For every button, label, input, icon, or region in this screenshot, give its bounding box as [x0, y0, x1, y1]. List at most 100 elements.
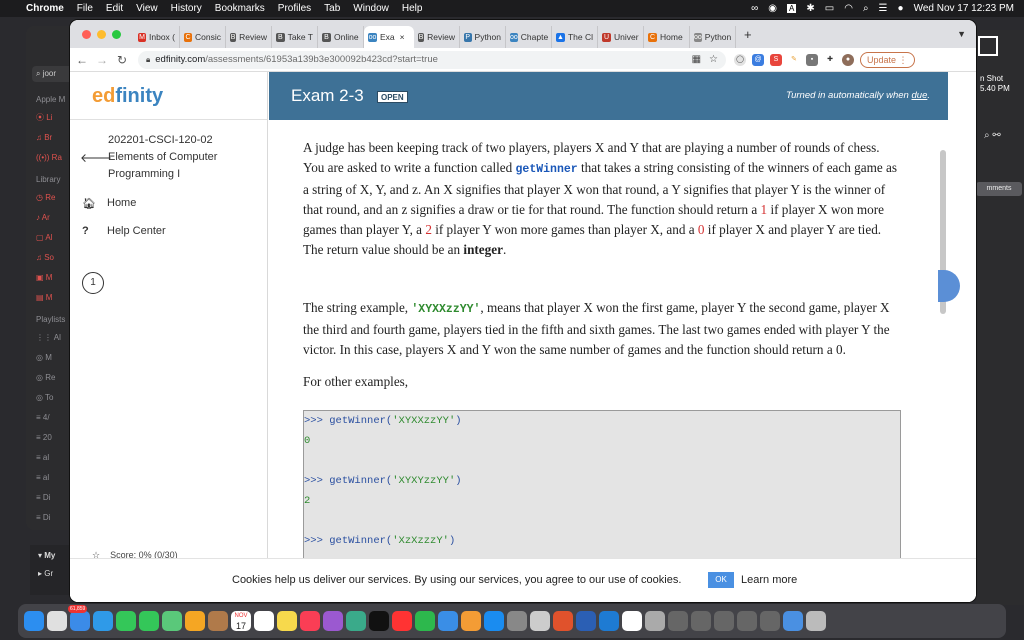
minimize-window-button[interactable]	[97, 29, 106, 39]
messages-icon[interactable]	[116, 611, 136, 631]
finder-icon[interactable]	[24, 611, 44, 631]
browser-tab[interactable]: B Review	[414, 26, 460, 48]
reload-icon[interactable]: ↻	[114, 53, 130, 67]
forward-icon[interactable]: →	[94, 53, 110, 67]
wifi-icon[interactable]: ◠	[844, 3, 853, 14]
news-icon[interactable]	[392, 611, 412, 631]
browser-tab[interactable]: oo Chapte	[506, 26, 552, 48]
menu-app-name[interactable]: Chrome	[26, 3, 73, 14]
question-number-button[interactable]: 1	[82, 272, 104, 294]
profile-avatar[interactable]: ●	[842, 53, 854, 66]
pages-icon[interactable]	[461, 611, 481, 631]
numbers-icon[interactable]	[415, 611, 435, 631]
menu-help[interactable]: Help	[402, 3, 432, 14]
qr-code-icon[interactable]: ▦	[692, 54, 701, 65]
text-input-icon[interactable]: A	[787, 4, 797, 13]
red-extension-icon[interactable]: S	[770, 53, 782, 66]
blue-extension-icon[interactable]: @	[752, 53, 764, 66]
word-icon[interactable]	[576, 611, 596, 631]
notes-icon[interactable]	[277, 611, 297, 631]
cookie-ok-button[interactable]: OK	[708, 572, 734, 588]
reminders-icon[interactable]	[254, 611, 274, 631]
edfinity-logo[interactable]: edfinity	[70, 72, 267, 120]
zoom-window-button[interactable]	[112, 29, 121, 39]
control-center-icon[interactable]: ☰	[879, 3, 888, 14]
window-icon[interactable]	[691, 611, 711, 631]
puzzle-extensions-icon[interactable]: ✚	[824, 53, 836, 66]
mail-icon[interactable]: 61,859	[68, 605, 90, 631]
menu-edit[interactable]: Edit	[106, 3, 132, 14]
tv-icon[interactable]	[369, 611, 389, 631]
bookmark-star-icon[interactable]: ☆	[709, 54, 718, 65]
preview-icon[interactable]	[530, 611, 550, 631]
battery-icon[interactable]: ▭	[825, 3, 834, 14]
gray-extension-icon[interactable]: ▪	[806, 53, 818, 66]
safari-icon[interactable]	[93, 611, 113, 631]
photos-icon[interactable]	[185, 611, 205, 631]
browser-tab[interactable]: ▲ The Cl	[552, 26, 598, 48]
trash-icon[interactable]	[806, 611, 826, 631]
close-window-button[interactable]	[82, 29, 91, 39]
keynote-icon[interactable]	[438, 611, 458, 631]
menu-clock[interactable]: Wed Nov 17 12:23 PM	[914, 3, 1014, 14]
course-link[interactable]: 🡐 202201-CSCI-120-02 Elements of Compute…	[70, 120, 267, 183]
downloads-icon[interactable]	[783, 611, 803, 631]
menu-window[interactable]: Window	[353, 3, 398, 14]
menu-history[interactable]: History	[171, 3, 211, 14]
menu-view[interactable]: View	[136, 3, 167, 14]
music-icon[interactable]	[300, 611, 320, 631]
bg-search-icon[interactable]: ⌕ ⚯	[984, 130, 1001, 141]
chrome-icon[interactable]	[622, 611, 642, 631]
browser-tab[interactable]: oo Python	[690, 26, 736, 48]
siri-icon[interactable]: ●	[898, 3, 904, 14]
browser-tab[interactable]: P Python	[460, 26, 506, 48]
close-tab-icon[interactable]: ×	[400, 32, 405, 42]
address-bar[interactable]: 🔒︎ edfinity.com/assessments/61953a139b3e…	[138, 50, 726, 69]
pen-extension-icon[interactable]: ✎	[788, 53, 800, 66]
podcasts-icon[interactable]	[323, 611, 343, 631]
menu-tab[interactable]: Tab	[324, 3, 349, 14]
bluetooth-icon[interactable]: ✱	[806, 3, 814, 14]
update-button[interactable]: Update ⋮	[860, 51, 915, 68]
tab-search-icon[interactable]: ▼	[957, 29, 976, 39]
nav-help-center[interactable]: ? Help Center	[70, 217, 267, 245]
new-tab-button[interactable]: +	[736, 27, 760, 42]
comments-button[interactable]: mments	[976, 182, 1022, 196]
browser-tab[interactable]: C Home	[644, 26, 690, 48]
window-icon[interactable]	[714, 611, 734, 631]
back-arrow-icon[interactable]: 🡐	[80, 132, 112, 183]
circle-extension-icon[interactable]: ◯	[734, 53, 746, 66]
cookie-learn-more-link[interactable]: Learn more	[741, 574, 797, 586]
due-link[interactable]: due	[912, 90, 928, 101]
menu-bookmarks[interactable]: Bookmarks	[215, 3, 274, 14]
facetime-icon[interactable]	[139, 611, 159, 631]
preferences-icon[interactable]	[507, 611, 527, 631]
back-icon[interactable]: ←	[74, 53, 90, 67]
browser-tab[interactable]: B Review	[226, 26, 272, 48]
browser-tab[interactable]: oo Exa ×	[364, 26, 414, 48]
office-icon[interactable]	[553, 611, 573, 631]
maps-icon[interactable]	[162, 611, 182, 631]
bg-window-thumbnail[interactable]	[978, 36, 998, 56]
browser-tab[interactable]: U Univer	[598, 26, 644, 48]
calendar-icon[interactable]: NOV 17	[231, 611, 251, 631]
browser-tab[interactable]: B Take T	[272, 26, 318, 48]
window-icon[interactable]	[668, 611, 688, 631]
window-icon[interactable]	[737, 611, 757, 631]
app-store-icon[interactable]	[484, 611, 504, 631]
screenshot-icon[interactable]	[645, 611, 665, 631]
lock-icon[interactable]: 🔒︎	[146, 55, 150, 65]
notes-bear-icon[interactable]	[208, 611, 228, 631]
browser-tab[interactable]: B Online	[318, 26, 364, 48]
ai-icon[interactable]	[346, 611, 366, 631]
browser-tab[interactable]: C Consic	[180, 26, 226, 48]
zoom-icon[interactable]: ∞	[751, 3, 758, 14]
vscode-icon[interactable]	[599, 611, 619, 631]
launchpad-icon[interactable]	[47, 611, 67, 631]
menu-profiles[interactable]: Profiles	[278, 3, 320, 14]
browser-tab[interactable]: M Inbox (	[134, 26, 180, 48]
menu-file[interactable]: File	[77, 3, 102, 14]
window-icon[interactable]	[760, 611, 780, 631]
nav-home[interactable]: 🏠︎ Home	[70, 189, 267, 217]
spotlight-icon[interactable]: ⌕	[863, 3, 869, 14]
